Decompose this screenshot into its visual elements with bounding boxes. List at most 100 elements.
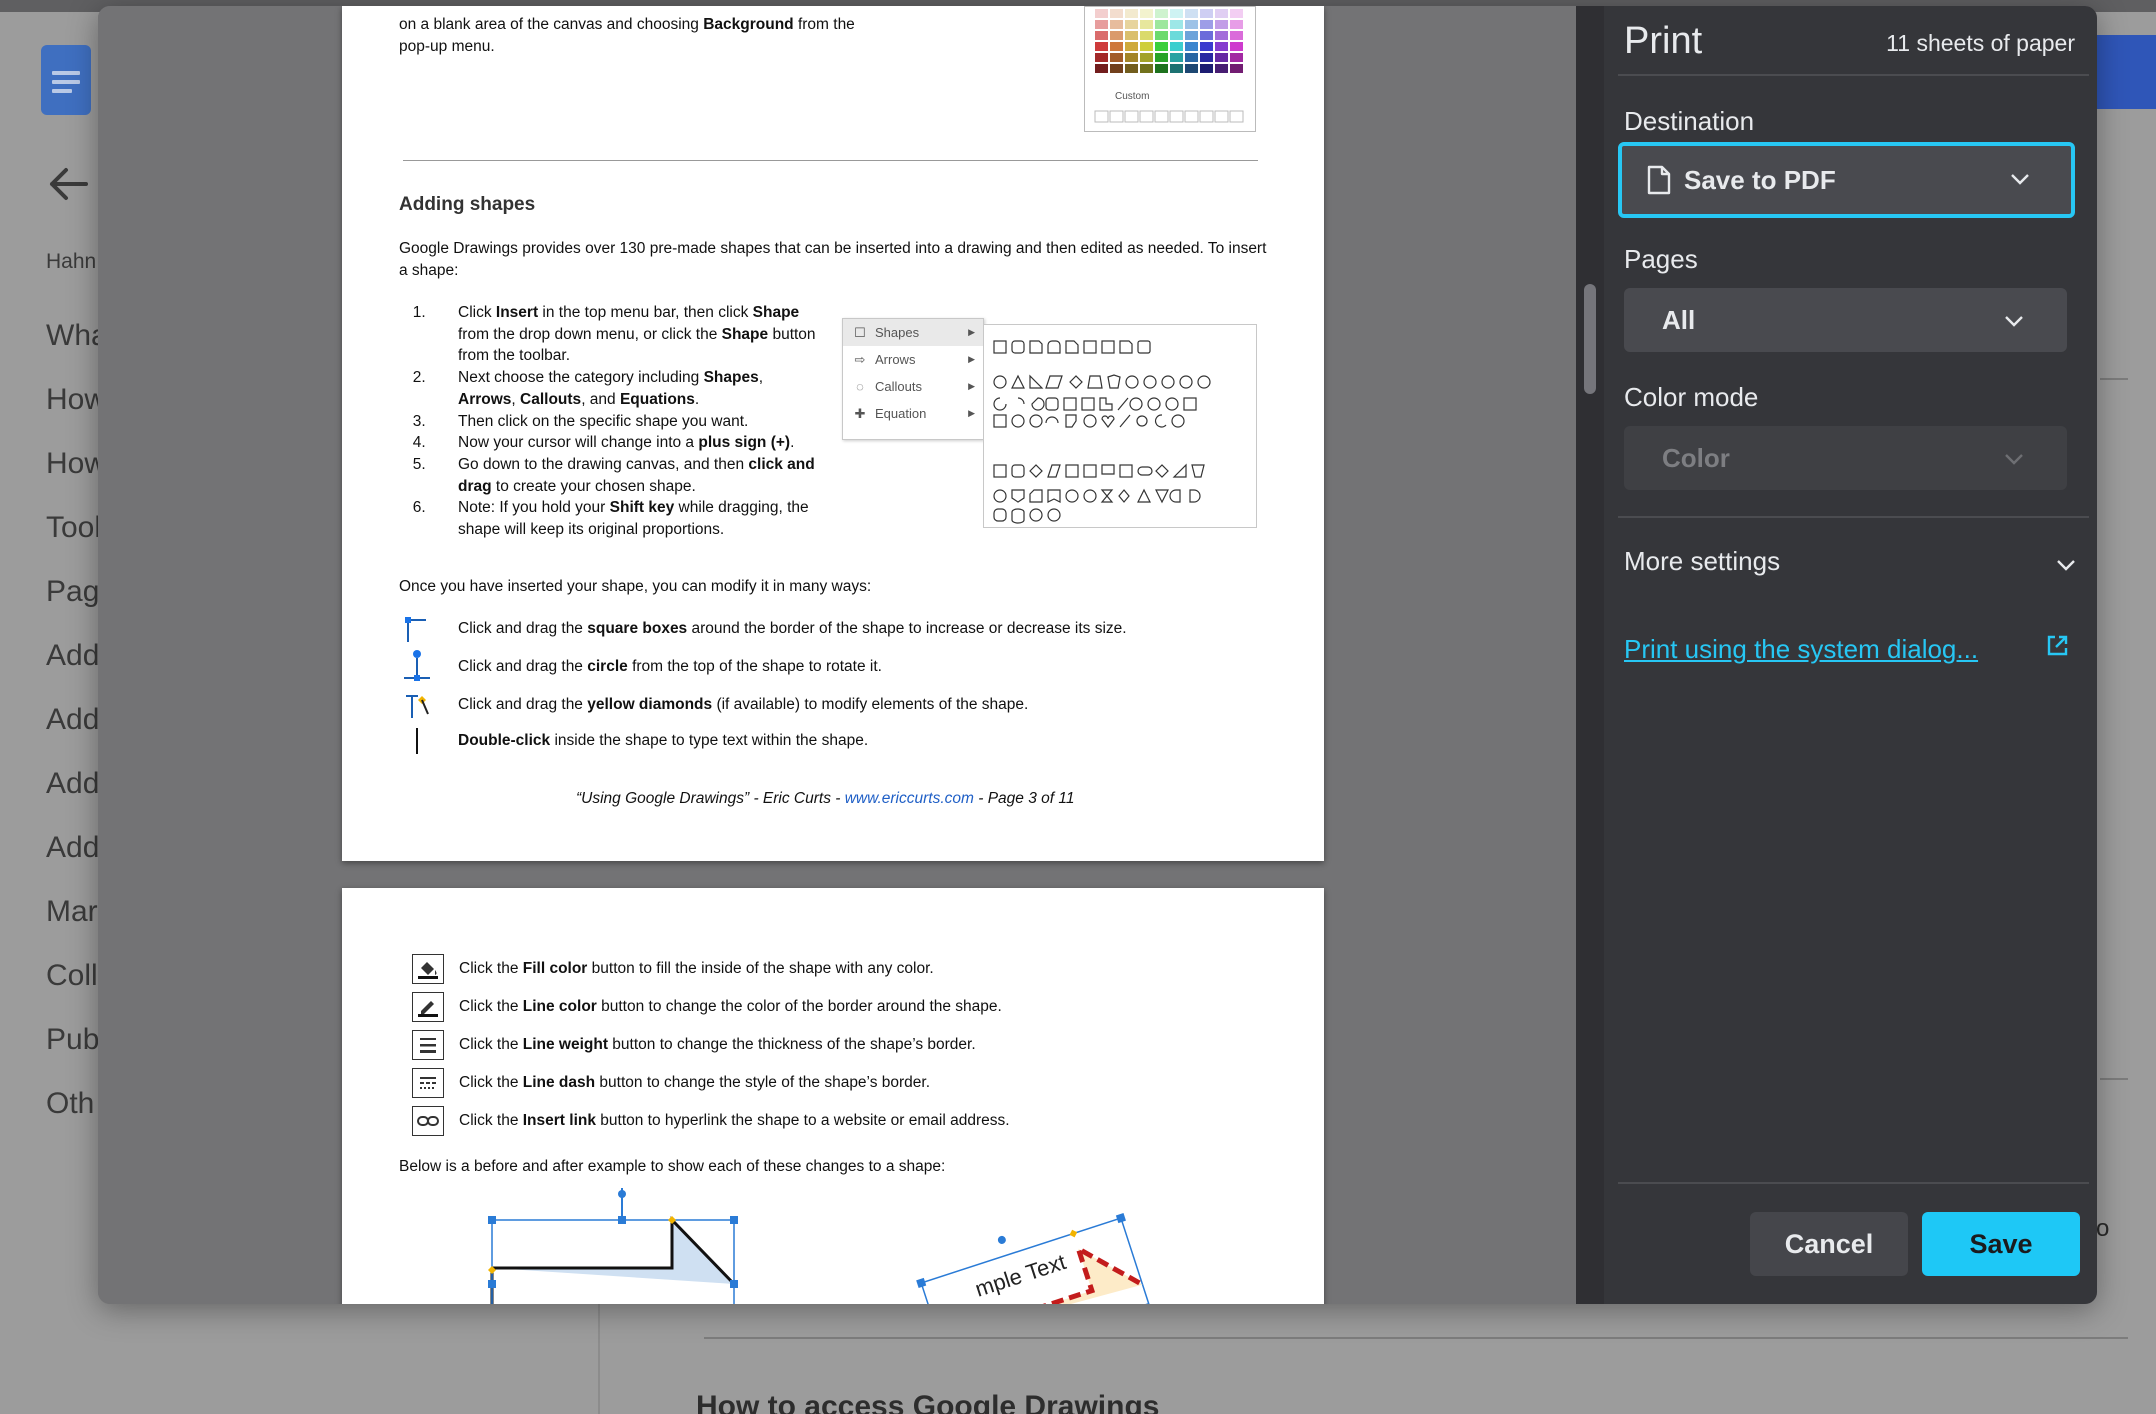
pages-select[interactable]: All	[1624, 288, 2067, 352]
cancel-button[interactable]: Cancel	[1750, 1212, 1908, 1276]
line-color-icon	[412, 992, 444, 1022]
docs-logo-icon	[41, 45, 91, 115]
palette-swatch	[1125, 9, 1138, 18]
palette-swatch	[1125, 20, 1138, 29]
palette-swatch	[1125, 64, 1138, 73]
doc-rule	[704, 1337, 2128, 1339]
palette-swatch	[1200, 53, 1213, 62]
step-item: Next choose the category including Shape…	[430, 367, 820, 410]
palette-swatch	[1230, 53, 1243, 62]
palette-swatch	[1215, 64, 1228, 73]
resize-handle-icon	[400, 614, 434, 644]
palette-swatch	[1230, 31, 1243, 40]
shapes-gallery-image	[983, 324, 1257, 528]
palette-swatch	[1095, 53, 1108, 62]
palette-swatch	[1200, 20, 1213, 29]
section-title: Adding shapes	[399, 194, 536, 215]
palette-swatch	[1230, 64, 1243, 73]
save-button[interactable]: Save	[1922, 1212, 2080, 1276]
bullet-item: Click and drag the square boxes around t…	[400, 614, 1127, 644]
palette-swatch	[1200, 42, 1213, 51]
palette-swatch	[1095, 42, 1108, 51]
print-preview[interactable]: on a blank area of the canvas and choosi…	[98, 6, 1567, 1304]
palette-swatch	[1125, 31, 1138, 40]
palette-swatch	[1215, 20, 1228, 29]
palette-swatch	[1185, 9, 1198, 18]
after-arrow-shape	[916, 1213, 1150, 1304]
pages-label: Pages	[1624, 244, 1698, 274]
chevron-down-icon	[2011, 174, 2029, 185]
destination-select[interactable]: Save to PDF	[1618, 142, 2075, 218]
custom-swatch	[1109, 110, 1124, 123]
custom-swatch	[1199, 110, 1214, 123]
page-footer: “Using Google Drawings” - Eric Curts - w…	[576, 790, 1075, 807]
custom-swatch	[1094, 110, 1109, 123]
palette-custom-label: Custom	[1115, 91, 1150, 102]
palette-swatch	[1095, 64, 1108, 73]
scrollbar-thumb[interactable]	[1584, 284, 1596, 394]
step-item: Note: If you hold your Shift key while d…	[430, 497, 820, 540]
document-icon	[1647, 165, 1671, 195]
open-in-new-icon[interactable]	[2045, 634, 2069, 658]
custom-swatch	[1169, 110, 1184, 123]
palette-swatch	[1215, 42, 1228, 51]
menu-item-arrows: ⇨ Arrows ▶	[843, 346, 983, 373]
custom-swatch	[1184, 110, 1199, 123]
section-divider	[403, 160, 1258, 161]
palette-swatch	[1200, 9, 1213, 18]
square-icon: ☐	[854, 324, 866, 340]
palette-swatch	[1215, 53, 1228, 62]
palette-swatch	[1170, 64, 1183, 73]
palette-swatch	[1140, 31, 1153, 40]
bullet-item: Click and drag the yellow diamonds (if a…	[400, 690, 1028, 720]
preview-scrollbar[interactable]	[1576, 6, 1604, 1304]
system-dialog-link[interactable]: Print using the system dialog...	[1624, 634, 1978, 665]
chevron-down-icon	[2057, 560, 2075, 571]
palette-swatch	[1185, 20, 1198, 29]
page-text: on a blank area of the canvas and choosi…	[399, 16, 855, 33]
more-settings-toggle[interactable]: More settings	[1624, 546, 2077, 590]
destination-value: Save to PDF	[1684, 164, 1836, 195]
palette-swatch	[1140, 53, 1153, 62]
palette-swatch	[1185, 42, 1198, 51]
custom-swatch	[1154, 110, 1169, 123]
palette-swatch	[1125, 42, 1138, 51]
doc-text-fragment: o	[2096, 1215, 2110, 1242]
color-mode-select: Color	[1624, 426, 2067, 490]
back-arrow-icon	[50, 168, 88, 200]
outline-divider	[598, 1300, 600, 1414]
palette-swatch	[1095, 20, 1108, 29]
palette-swatch	[1200, 31, 1213, 40]
footer-divider	[1618, 1182, 2089, 1184]
palette-swatch	[1110, 53, 1123, 62]
step-item: Then click on the specific shape you wan…	[430, 411, 820, 433]
palette-swatch	[1140, 64, 1153, 73]
print-settings-panel: Print 11 sheets of paper Destination Sav…	[1604, 6, 2097, 1304]
print-dialog: on a blank area of the canvas and choosi…	[98, 6, 2097, 1304]
step-item: Now your cursor will change into a plus …	[430, 432, 820, 454]
settings-divider	[1618, 516, 2089, 518]
footer-link: www.ericcurts.com	[844, 790, 974, 807]
doc-heading: How to access Google Drawings	[696, 1390, 1160, 1414]
palette-swatch	[1155, 20, 1168, 29]
doc-rule	[2100, 378, 2128, 380]
palette-swatch	[1170, 20, 1183, 29]
shape-menu-image: ☐ Shapes ▶ ⇨ Arrows ▶ ◌ Callouts ▶ ✚ Equation ▶	[842, 318, 984, 440]
destination-label: Destination	[1624, 106, 1755, 136]
sheet-count: 11 sheets of paper	[1886, 30, 2075, 56]
before-arrow-shape	[488, 1188, 738, 1304]
bullet-item: Double-click inside the shape to type te…	[400, 726, 868, 756]
palette-swatch	[1170, 42, 1183, 51]
header-divider	[1618, 74, 2089, 76]
palette-swatch	[1140, 20, 1153, 29]
steps-list: Click Insert in the top menu bar, then c…	[430, 302, 820, 541]
plus-icon: ✚	[854, 405, 866, 421]
doc-author: Hahn	[46, 250, 97, 273]
palette-swatch	[1215, 9, 1228, 18]
palette-swatch	[1155, 64, 1168, 73]
page-text: pop-up menu.	[399, 38, 495, 55]
palette-swatch	[1200, 64, 1213, 73]
palette-swatch	[1110, 9, 1123, 18]
palette-swatch	[1155, 42, 1168, 51]
palette-swatch	[1170, 53, 1183, 62]
